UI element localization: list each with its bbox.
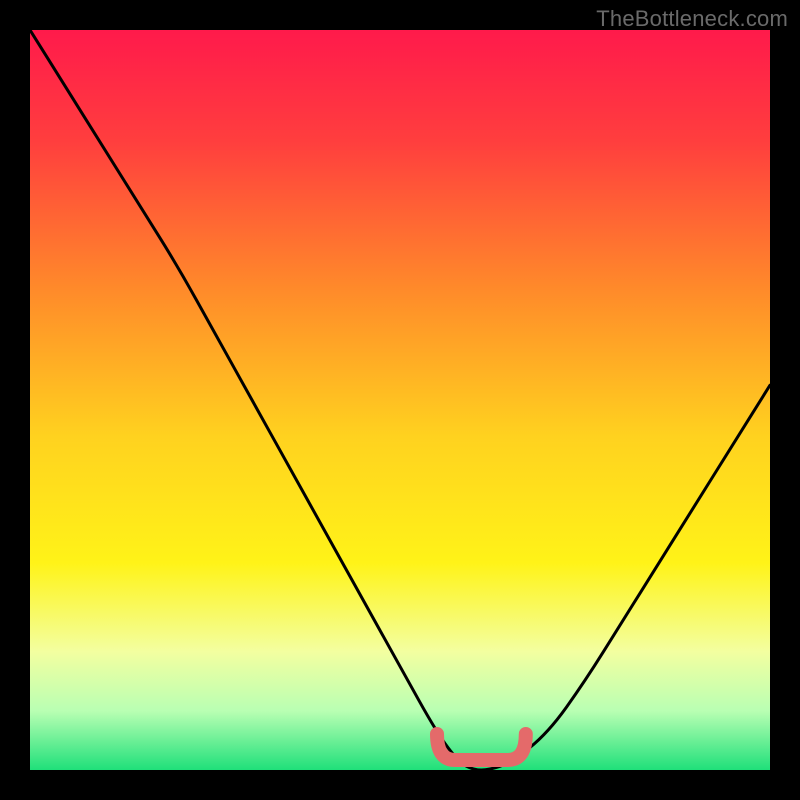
bottleneck-chart bbox=[30, 30, 770, 770]
watermark-text: TheBottleneck.com bbox=[596, 6, 788, 32]
gradient-background bbox=[30, 30, 770, 770]
chart-stage: TheBottleneck.com bbox=[0, 0, 800, 800]
